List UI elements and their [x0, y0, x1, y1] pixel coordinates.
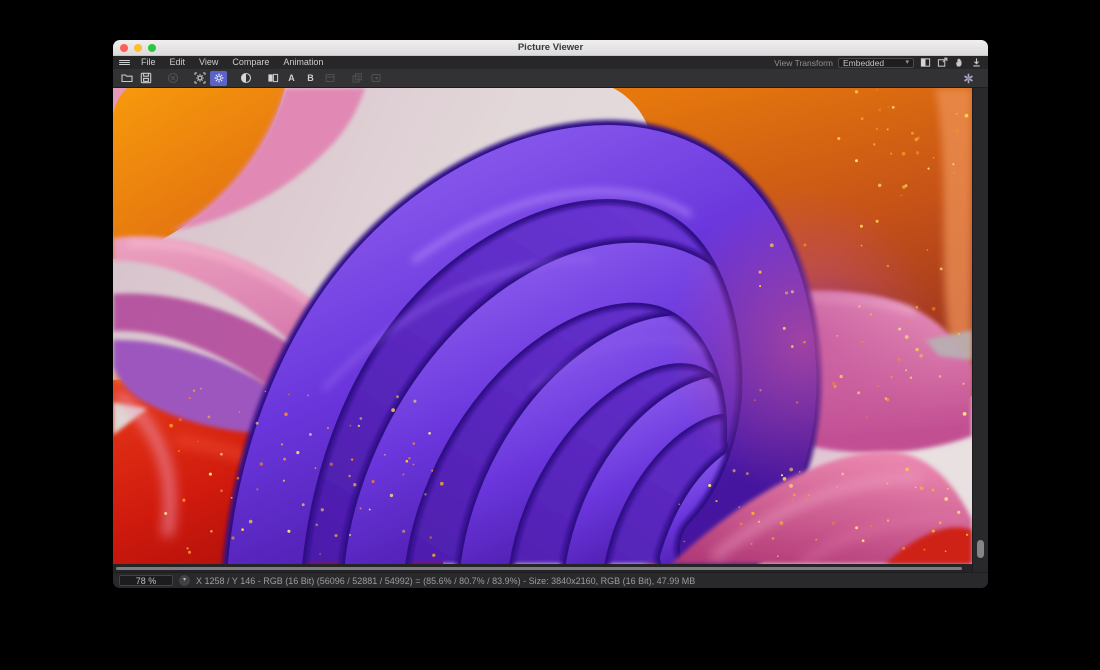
- panel-icon: [324, 72, 336, 84]
- menu-item-file[interactable]: File: [134, 56, 163, 69]
- gear-icon: [213, 72, 225, 84]
- download-icon[interactable]: [970, 57, 982, 69]
- horizontal-scrollbar-thumb[interactable]: [116, 567, 962, 570]
- filter-settings-button[interactable]: [191, 71, 208, 86]
- ab-compare-button[interactable]: [264, 71, 281, 86]
- save-button[interactable]: [137, 71, 154, 86]
- status-bar: ▾ X 1258 / Y 146 - RGB (16 Bit) (56096 /…: [113, 572, 988, 588]
- chevron-down-icon: ▾: [905, 59, 909, 66]
- zoom-dropdown-button[interactable]: ▾: [179, 575, 190, 586]
- picture-viewer-window: Picture Viewer File Edit View Compare An…: [113, 40, 988, 588]
- hand-icon[interactable]: [953, 57, 965, 69]
- version-a-button[interactable]: A: [283, 71, 300, 86]
- ab-compare-icon: [267, 72, 279, 84]
- split-compare-icon[interactable]: [919, 57, 931, 69]
- zoom-input[interactable]: [119, 575, 173, 586]
- floppy-icon: [140, 72, 152, 84]
- toolbar: A B: [113, 69, 988, 88]
- colorful-star-icon: [962, 72, 975, 85]
- duplicate-button: [348, 71, 365, 86]
- export-button: [367, 71, 384, 86]
- cancel-icon: [167, 72, 179, 84]
- open-button[interactable]: [118, 71, 135, 86]
- contrast-icon: [240, 72, 252, 84]
- vertical-scrollbar[interactable]: [972, 88, 988, 572]
- display-settings-button[interactable]: [210, 71, 227, 86]
- image-viewport: [113, 88, 988, 572]
- hamburger-menu-icon[interactable]: [119, 58, 130, 67]
- menu-item-edit[interactable]: Edit: [163, 56, 193, 69]
- vertical-scrollbar-thumb[interactable]: [977, 540, 984, 558]
- menu-bar-right: View Transform Embedded ▾: [774, 57, 982, 69]
- status-text: X 1258 / Y 146 - RGB (16 Bit) (56096 / 5…: [196, 576, 695, 586]
- view-transform-select[interactable]: Embedded ▾: [838, 58, 914, 68]
- window-title: Picture Viewer: [113, 40, 988, 56]
- menu-bar: File Edit View Compare Animation View Tr…: [113, 56, 988, 69]
- gear-frame-icon: [194, 72, 206, 84]
- copy-icon: [351, 72, 363, 84]
- view-transform-value: Embedded: [843, 58, 884, 68]
- contrast-button[interactable]: [237, 71, 254, 86]
- render-settings-button[interactable]: [960, 71, 977, 86]
- artwork-image[interactable]: [113, 88, 972, 564]
- folder-icon: [121, 72, 133, 84]
- title-bar: Picture Viewer: [113, 40, 988, 56]
- horizontal-scrollbar[interactable]: [113, 564, 972, 572]
- stop-render-button: [164, 71, 181, 86]
- menu-item-compare[interactable]: Compare: [225, 56, 276, 69]
- version-b-button[interactable]: B: [302, 71, 319, 86]
- menu-item-view[interactable]: View: [192, 56, 225, 69]
- pop-out-icon[interactable]: [936, 57, 948, 69]
- view-transform-label: View Transform: [774, 58, 833, 68]
- export-arrow-icon: [370, 72, 382, 84]
- screen: Picture Viewer File Edit View Compare An…: [0, 0, 1100, 670]
- swap-ab-button: [321, 71, 338, 86]
- menu-item-animation[interactable]: Animation: [276, 56, 330, 69]
